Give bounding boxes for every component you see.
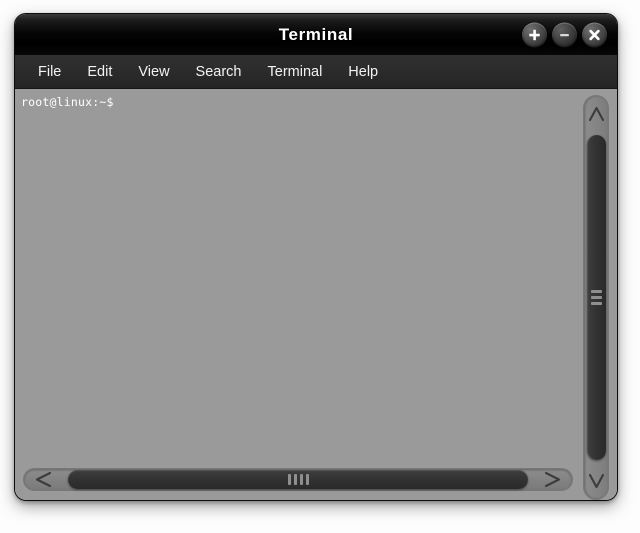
menu-item-file[interactable]: File — [27, 61, 72, 83]
close-button[interactable] — [582, 22, 607, 47]
horizontal-scrollbar-area — [15, 464, 581, 500]
grip-line — [287, 473, 291, 485]
menubar: File Edit View Search Terminal Help — [15, 55, 617, 89]
window-title: Terminal — [278, 24, 354, 44]
window-titlebar[interactable]: Terminal — [15, 14, 617, 55]
vertical-scrollbar[interactable] — [583, 95, 609, 500]
chevron-down-icon — [588, 473, 604, 489]
chevron-right-icon — [544, 471, 561, 487]
vertical-scrollbar-area — [581, 89, 617, 500]
horizontal-scroll-thumb[interactable] — [68, 469, 528, 489]
menu-item-edit[interactable]: Edit — [76, 61, 123, 83]
close-icon — [589, 29, 600, 40]
terminal-column: root@linux:~$ — [15, 89, 581, 500]
menu-item-view[interactable]: View — [127, 61, 180, 83]
terminal-screen[interactable]: root@linux:~$ — [15, 89, 581, 464]
scroll-left-button[interactable] — [26, 469, 64, 490]
grip-line — [305, 473, 309, 485]
grip-line — [590, 296, 602, 299]
window-body: root@linux:~$ — [15, 89, 617, 500]
terminal-window: Terminal File Edit View Search Terminal … — [14, 13, 618, 501]
scroll-up-button[interactable] — [585, 98, 607, 132]
scroll-down-button[interactable] — [585, 463, 607, 497]
chevron-left-icon — [35, 471, 52, 487]
grip-line — [590, 290, 602, 293]
vertical-scroll-thumb[interactable] — [586, 135, 606, 460]
menu-item-terminal[interactable]: Terminal — [257, 61, 334, 83]
desktop-background: Terminal File Edit View Search Terminal … — [0, 0, 640, 533]
maximize-button[interactable] — [522, 22, 547, 47]
menu-item-search[interactable]: Search — [185, 61, 253, 83]
minimize-button[interactable] — [552, 22, 577, 47]
scroll-right-button[interactable] — [532, 469, 570, 490]
chevron-up-icon — [588, 106, 604, 122]
plus-icon — [529, 29, 540, 40]
grip-line — [590, 302, 602, 305]
grip-line — [293, 473, 297, 485]
horizontal-scrollbar[interactable] — [23, 467, 573, 491]
window-controls — [522, 22, 607, 47]
menu-item-help[interactable]: Help — [337, 61, 389, 83]
shell-prompt: root@linux:~$ — [21, 95, 114, 109]
minus-icon — [560, 33, 569, 36]
grip-line — [299, 473, 303, 485]
